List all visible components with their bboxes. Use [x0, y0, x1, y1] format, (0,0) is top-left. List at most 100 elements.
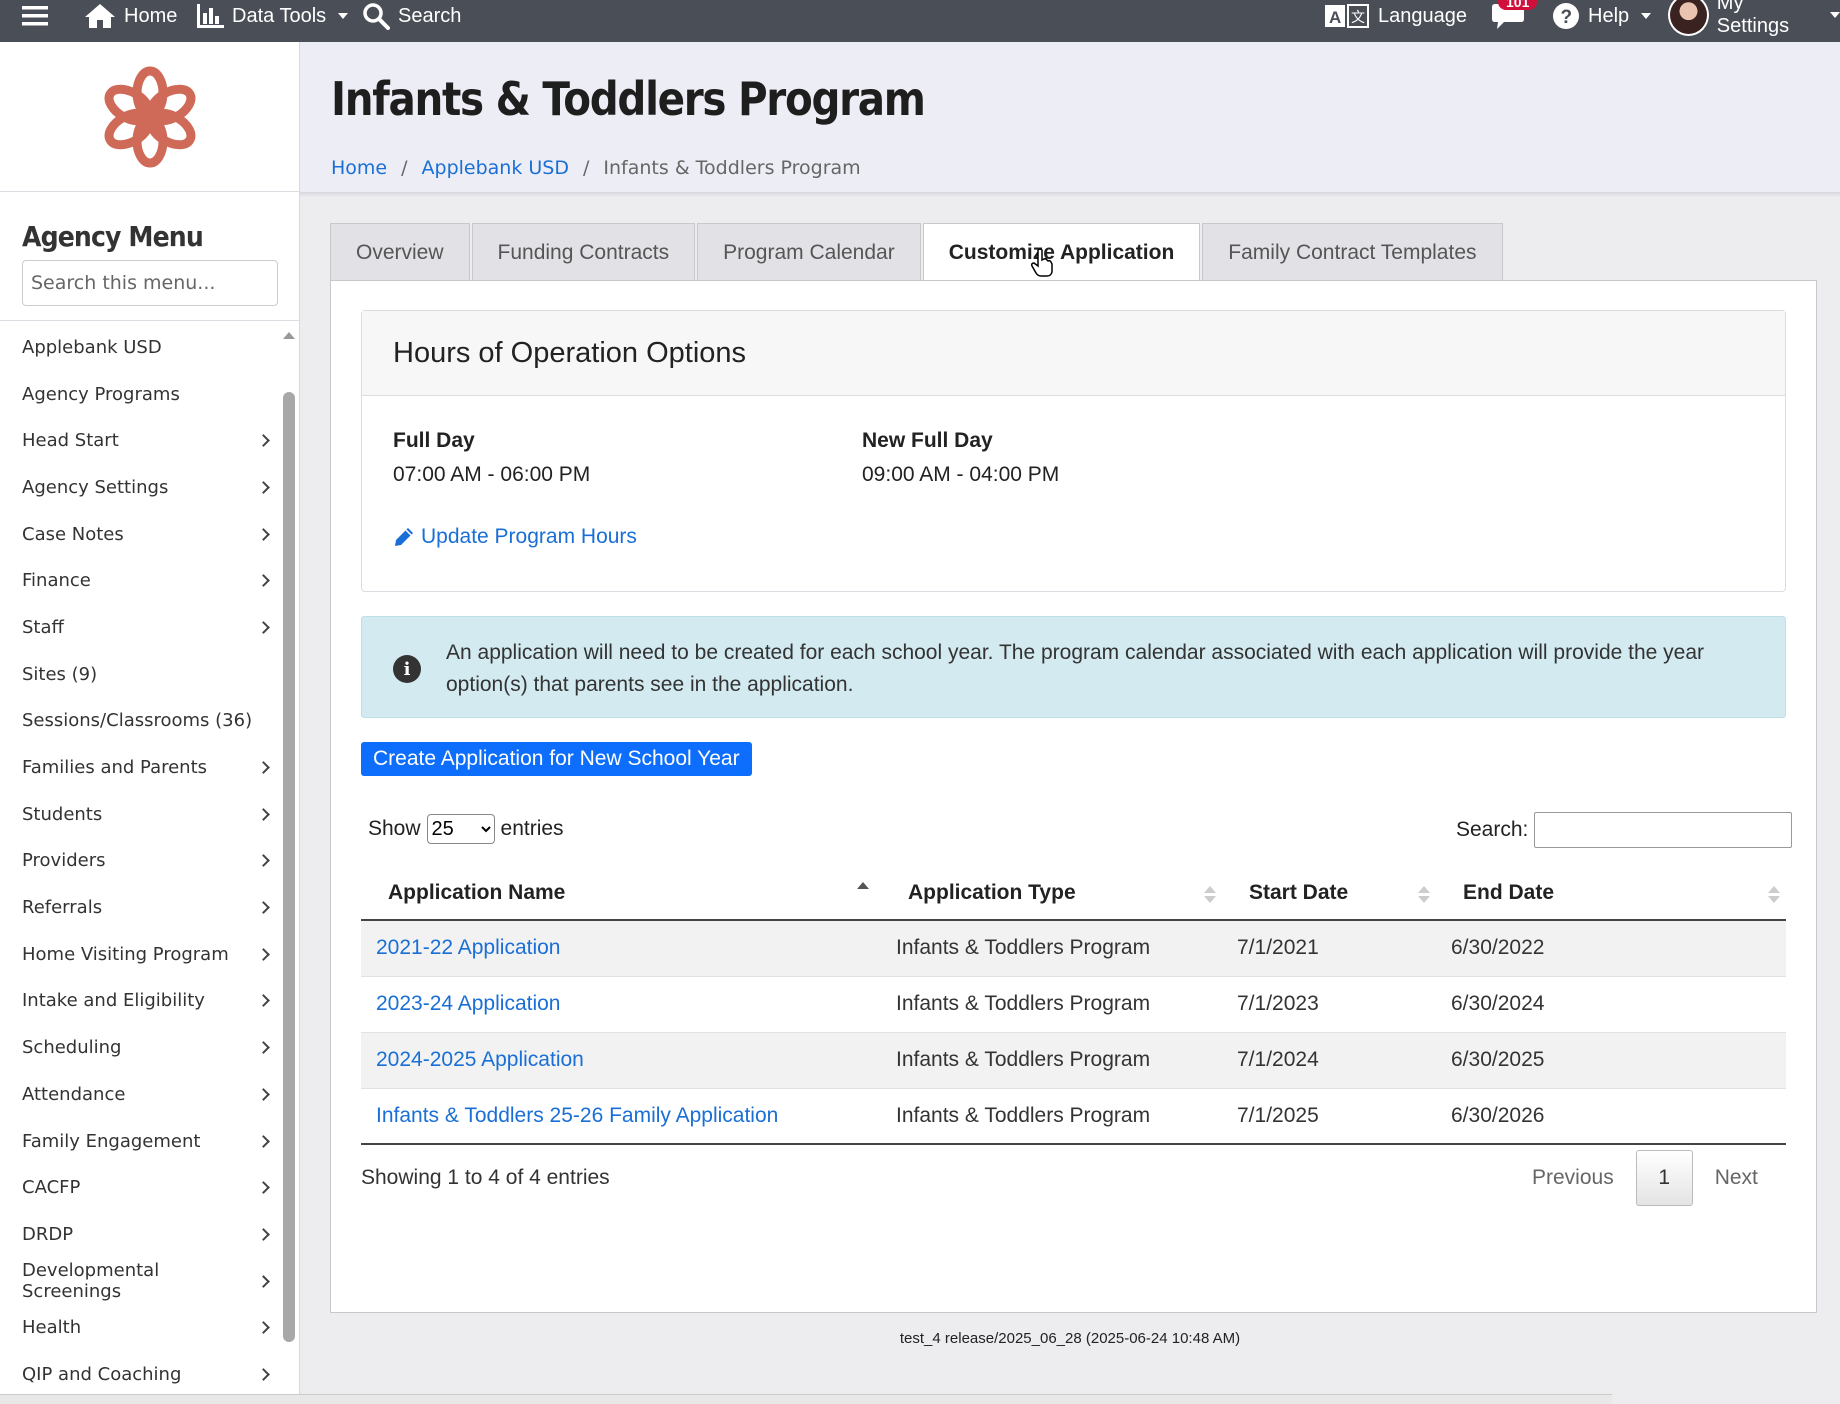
- hamburger-menu-button[interactable]: [22, 0, 48, 32]
- application-name-link[interactable]: 2023-24 Application: [376, 992, 560, 1015]
- scrollbar-thumb[interactable]: [283, 392, 295, 1342]
- sidebar-item-label: Scheduling: [22, 1037, 122, 1059]
- column-header-application-type[interactable]: Application Type: [881, 866, 1222, 921]
- search-icon: [363, 3, 390, 30]
- sidebar-item[interactable]: Referrals: [0, 884, 282, 931]
- sidebar-item[interactable]: Intake and Eligibility: [0, 978, 282, 1025]
- menu-search-input[interactable]: [22, 260, 278, 306]
- sidebar-item[interactable]: Applebank USD: [0, 324, 282, 371]
- sidebar-item[interactable]: Students: [0, 791, 282, 838]
- sidebar-item-label: Attendance: [22, 1083, 126, 1105]
- sidebar-item-label: QIP and Coaching: [22, 1363, 182, 1385]
- notifications-button[interactable]: 101: [1488, 0, 1538, 32]
- chevron-right-icon: [257, 1274, 270, 1288]
- question-circle-icon: ?: [1553, 3, 1579, 29]
- agency-menu-title: Agency Menu: [22, 220, 204, 253]
- sidebar-item-label: Head Start: [22, 430, 119, 452]
- sidebar-item[interactable]: Case Notes: [0, 511, 282, 558]
- breadcrumb-agency-link[interactable]: Applebank USD: [422, 157, 569, 179]
- notification-count-badge: 101: [1498, 0, 1538, 10]
- sidebar-scrollbar[interactable]: [283, 332, 295, 1404]
- breadcrumb: Home / Applebank USD / Infants & Toddler…: [331, 157, 861, 179]
- sidebar-item-label: Agency Programs: [22, 383, 180, 405]
- pagination-next[interactable]: Next: [1693, 1166, 1780, 1190]
- sidebar-item[interactable]: Attendance: [0, 1071, 282, 1118]
- chevron-right-icon: [257, 527, 270, 541]
- column-header-application-name[interactable]: Application Name: [361, 866, 881, 921]
- sidebar-item[interactable]: QIP and Coaching: [0, 1351, 282, 1398]
- table-cell: 6/30/2024: [1436, 976, 1786, 1033]
- tab-customize-application[interactable]: Customize Application: [922, 223, 1201, 282]
- pagination-page-1[interactable]: 1: [1635, 1150, 1693, 1206]
- sidebar-item[interactable]: Head Start: [0, 417, 282, 464]
- table-cell: Infants & Toddlers Program: [881, 920, 1222, 977]
- sidebar-item[interactable]: Sites (9): [0, 651, 282, 698]
- chevron-right-icon: [257, 761, 270, 774]
- help-dropdown[interactable]: ? Help: [1552, 0, 1652, 32]
- sidebar-item-label: Developmental Screenings: [22, 1260, 160, 1303]
- column-header-label: Application Name: [388, 880, 566, 904]
- sidebar-item[interactable]: Home Visiting Program: [0, 931, 282, 978]
- tab-program-calendar[interactable]: Program Calendar: [697, 223, 921, 281]
- sidebar-item-label: Home Visiting Program: [22, 943, 229, 965]
- table-row: 2023-24 Application Infants & Toddlers Pr…: [361, 976, 1786, 1033]
- sidebar-item[interactable]: Scheduling: [0, 1024, 282, 1071]
- entries-label: entries: [500, 817, 564, 840]
- hours-card-title: Hours of Operation Options: [362, 311, 1785, 396]
- hours-option-name: New Full Day: [862, 429, 993, 452]
- menu-divider: [0, 320, 300, 321]
- create-application-button[interactable]: Create Application for New School Year: [361, 742, 752, 776]
- nav-search-link[interactable]: Search: [362, 0, 461, 32]
- sidebar-item-label: Sessions/Classrooms (36): [22, 710, 253, 732]
- table-search-label: Search:: [1456, 818, 1529, 841]
- sidebar-item[interactable]: Agency Settings: [0, 464, 282, 511]
- my-settings-dropdown[interactable]: My Settings: [1668, 0, 1840, 37]
- agency-sidebar: Agency Menu Applebank USD Agency Programs…: [0, 42, 300, 1404]
- caret-down-icon: [1641, 13, 1652, 19]
- breadcrumb-home-link[interactable]: Home: [331, 157, 387, 179]
- sidebar-item[interactable]: Family Engagement: [0, 1118, 282, 1165]
- hand-cursor-icon: [1031, 248, 1053, 277]
- sidebar-item[interactable]: Finance: [0, 557, 282, 604]
- language-selector[interactable]: A文 Language: [1324, 0, 1467, 32]
- nav-home-link[interactable]: Home: [84, 0, 177, 32]
- nav-data-tools-dropdown[interactable]: Data Tools: [196, 0, 349, 32]
- sidebar-item[interactable]: Staff: [0, 604, 282, 651]
- tab-family-contract-templates[interactable]: Family Contract Templates: [1202, 223, 1503, 281]
- update-program-hours-link[interactable]: Update Program Hours: [393, 525, 637, 549]
- scroll-up-arrow-icon[interactable]: [283, 332, 295, 339]
- column-header-end-date[interactable]: End Date: [1436, 866, 1786, 921]
- chevron-right-icon: [257, 1321, 270, 1335]
- sidebar-item[interactable]: Families and Parents: [0, 744, 282, 791]
- table-cell: Infants & Toddlers Program: [881, 1032, 1222, 1089]
- application-name-link[interactable]: 2024-2025 Application: [376, 1048, 584, 1071]
- pagination-previous[interactable]: Previous: [1510, 1166, 1636, 1190]
- sidebar-item[interactable]: Agency Programs: [0, 371, 282, 418]
- sidebar-item[interactable]: DRDP: [0, 1211, 282, 1258]
- table-cell: 6/30/2025: [1436, 1032, 1786, 1089]
- pagination: Previous 1 Next: [1510, 1150, 1780, 1206]
- table-search-input[interactable]: [1534, 812, 1793, 848]
- column-header-start-date[interactable]: Start Date: [1222, 866, 1436, 921]
- sidebar-item[interactable]: CACFP: [0, 1164, 282, 1211]
- translate-icon: A文: [1325, 4, 1369, 28]
- sort-icon: [1204, 886, 1216, 903]
- sidebar-item[interactable]: Sessions/Classrooms (36): [0, 698, 282, 745]
- table-cell: 7/1/2023: [1222, 976, 1436, 1033]
- chevron-right-icon: [257, 574, 270, 588]
- application-name-link[interactable]: Infants & Toddlers 25-26 Family Applicat…: [376, 1104, 778, 1127]
- chevron-right-icon: [257, 1228, 270, 1241]
- header-shadow: [300, 192, 1840, 197]
- application-name-link[interactable]: 2021-22 Application: [376, 936, 560, 959]
- sidebar-item[interactable]: Developmental Screenings: [0, 1258, 282, 1305]
- sidebar-item[interactable]: Health: [0, 1304, 282, 1351]
- sidebar-item-label: DRDP: [22, 1223, 74, 1245]
- entries-per-page-select[interactable]: 25: [426, 814, 495, 844]
- status-bar: [0, 1394, 1612, 1404]
- sidebar-item-label: Case Notes: [22, 523, 124, 545]
- table-cell: Infants & Toddlers 25-26 Family Applicat…: [361, 1088, 881, 1145]
- chevron-right-icon: [257, 1041, 270, 1055]
- tab-overview[interactable]: Overview: [330, 223, 470, 281]
- sidebar-item[interactable]: Providers: [0, 838, 282, 885]
- tab-funding-contracts[interactable]: Funding Contracts: [471, 223, 696, 281]
